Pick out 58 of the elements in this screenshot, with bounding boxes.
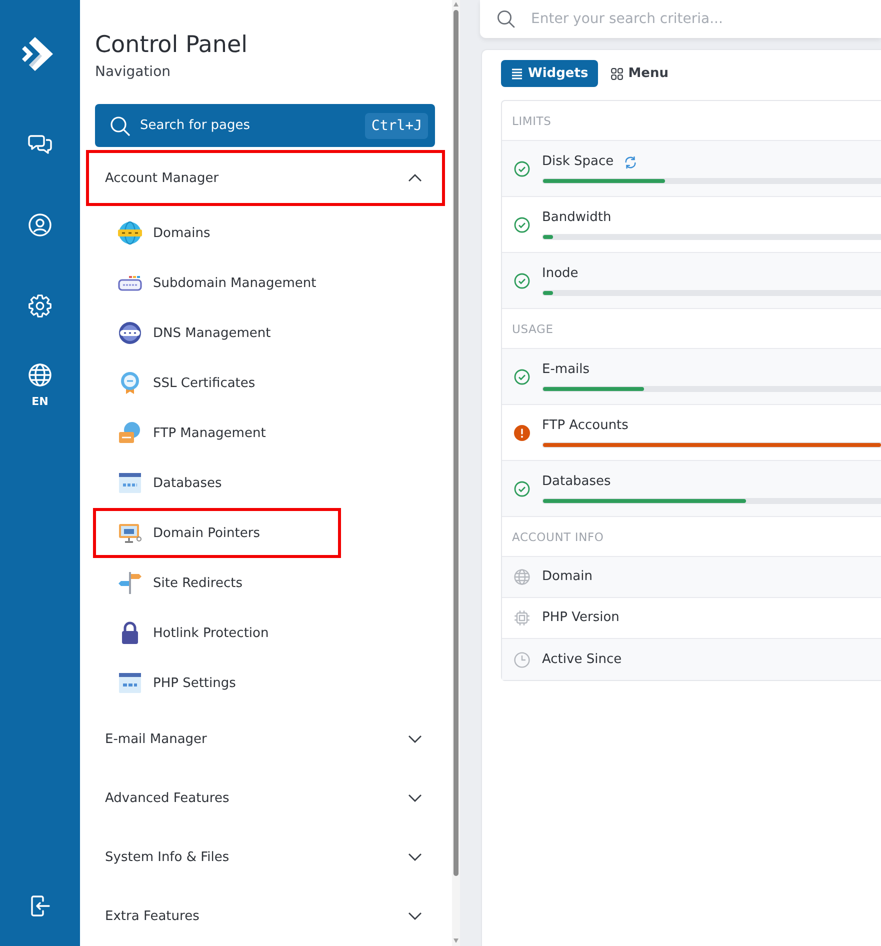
list-icon xyxy=(511,68,523,80)
chat-icon[interactable] xyxy=(28,133,52,157)
view-tab[interactable]: Menu xyxy=(609,60,670,87)
nav-link[interactable]: Databases xyxy=(93,458,341,508)
search-bar[interactable]: Enter your search criteria... xyxy=(480,0,881,38)
metric-label: E-mails xyxy=(542,361,590,379)
metric-label: Inode xyxy=(542,265,578,283)
signpost-icon xyxy=(118,571,142,595)
window-icon xyxy=(118,671,142,695)
nav-link[interactable]: DNS Management xyxy=(93,308,341,358)
nav-link[interactable]: Domains xyxy=(93,208,341,258)
shortcut-hint: Ctrl+J xyxy=(365,112,428,138)
refresh-icon[interactable] xyxy=(624,156,637,168)
folder-globe-icon xyxy=(118,421,142,445)
nav-group-header[interactable]: E-mail Manager xyxy=(86,711,445,767)
view-tab[interactable]: Widgets xyxy=(501,60,598,87)
nav-link[interactable]: SSL Certificates xyxy=(93,358,341,408)
metric-label: Databases xyxy=(542,473,611,491)
panel-title: Control Panel xyxy=(95,31,248,60)
nav-group-header[interactable]: Account Manager xyxy=(86,150,445,206)
panel-subtitle: Navigation xyxy=(95,63,172,82)
page-search-button[interactable]: Search for pages Ctrl+J xyxy=(95,104,435,147)
settings-icon[interactable] xyxy=(28,294,52,318)
globe-badge-icon xyxy=(118,321,142,345)
nav-link[interactable]: Hotlink Protection xyxy=(93,608,341,658)
info-label: PHP Version xyxy=(542,609,620,627)
nav-link[interactable]: Domain Pointers xyxy=(93,508,341,558)
metric-label: Bandwidth xyxy=(542,209,612,227)
chip-icon xyxy=(514,610,530,626)
nav-link[interactable]: FTP Management xyxy=(93,408,341,458)
section-title: LIMITS xyxy=(512,114,552,128)
globe-icon xyxy=(118,221,142,245)
monitor-icon xyxy=(118,521,142,545)
globe-icon xyxy=(514,569,530,585)
search-icon xyxy=(497,10,515,28)
rosette-icon xyxy=(118,371,142,395)
user-icon[interactable] xyxy=(28,213,52,237)
info-label: Domain xyxy=(542,568,592,586)
nav-group-header[interactable]: System Info & Files xyxy=(86,829,445,885)
logout-icon[interactable] xyxy=(28,894,52,918)
language-button[interactable]: EN xyxy=(28,363,52,409)
search-field[interactable]: Enter your search criteria... xyxy=(531,8,881,30)
nav-link[interactable]: Subdomain Management xyxy=(93,258,341,308)
globe-icon xyxy=(28,363,52,387)
grid-icon xyxy=(611,68,624,80)
nav-link[interactable]: Site Redirects xyxy=(93,558,341,608)
nav-group-header[interactable]: Extra Features xyxy=(86,888,445,944)
section-title: USAGE xyxy=(512,322,554,336)
clock-icon xyxy=(514,652,530,668)
nav-group-header[interactable]: Advanced Features xyxy=(86,770,445,826)
nav-link[interactable]: PHP Settings xyxy=(93,658,341,708)
search-icon xyxy=(110,116,130,136)
scrollbar[interactable] xyxy=(452,0,460,946)
metric-label: FTP Accounts xyxy=(542,417,628,435)
window-icon xyxy=(118,471,142,495)
info-label: Active Since xyxy=(542,650,622,668)
metric-label: Disk Space xyxy=(542,153,614,171)
section-title: ACCOUNT INFO xyxy=(512,530,604,544)
